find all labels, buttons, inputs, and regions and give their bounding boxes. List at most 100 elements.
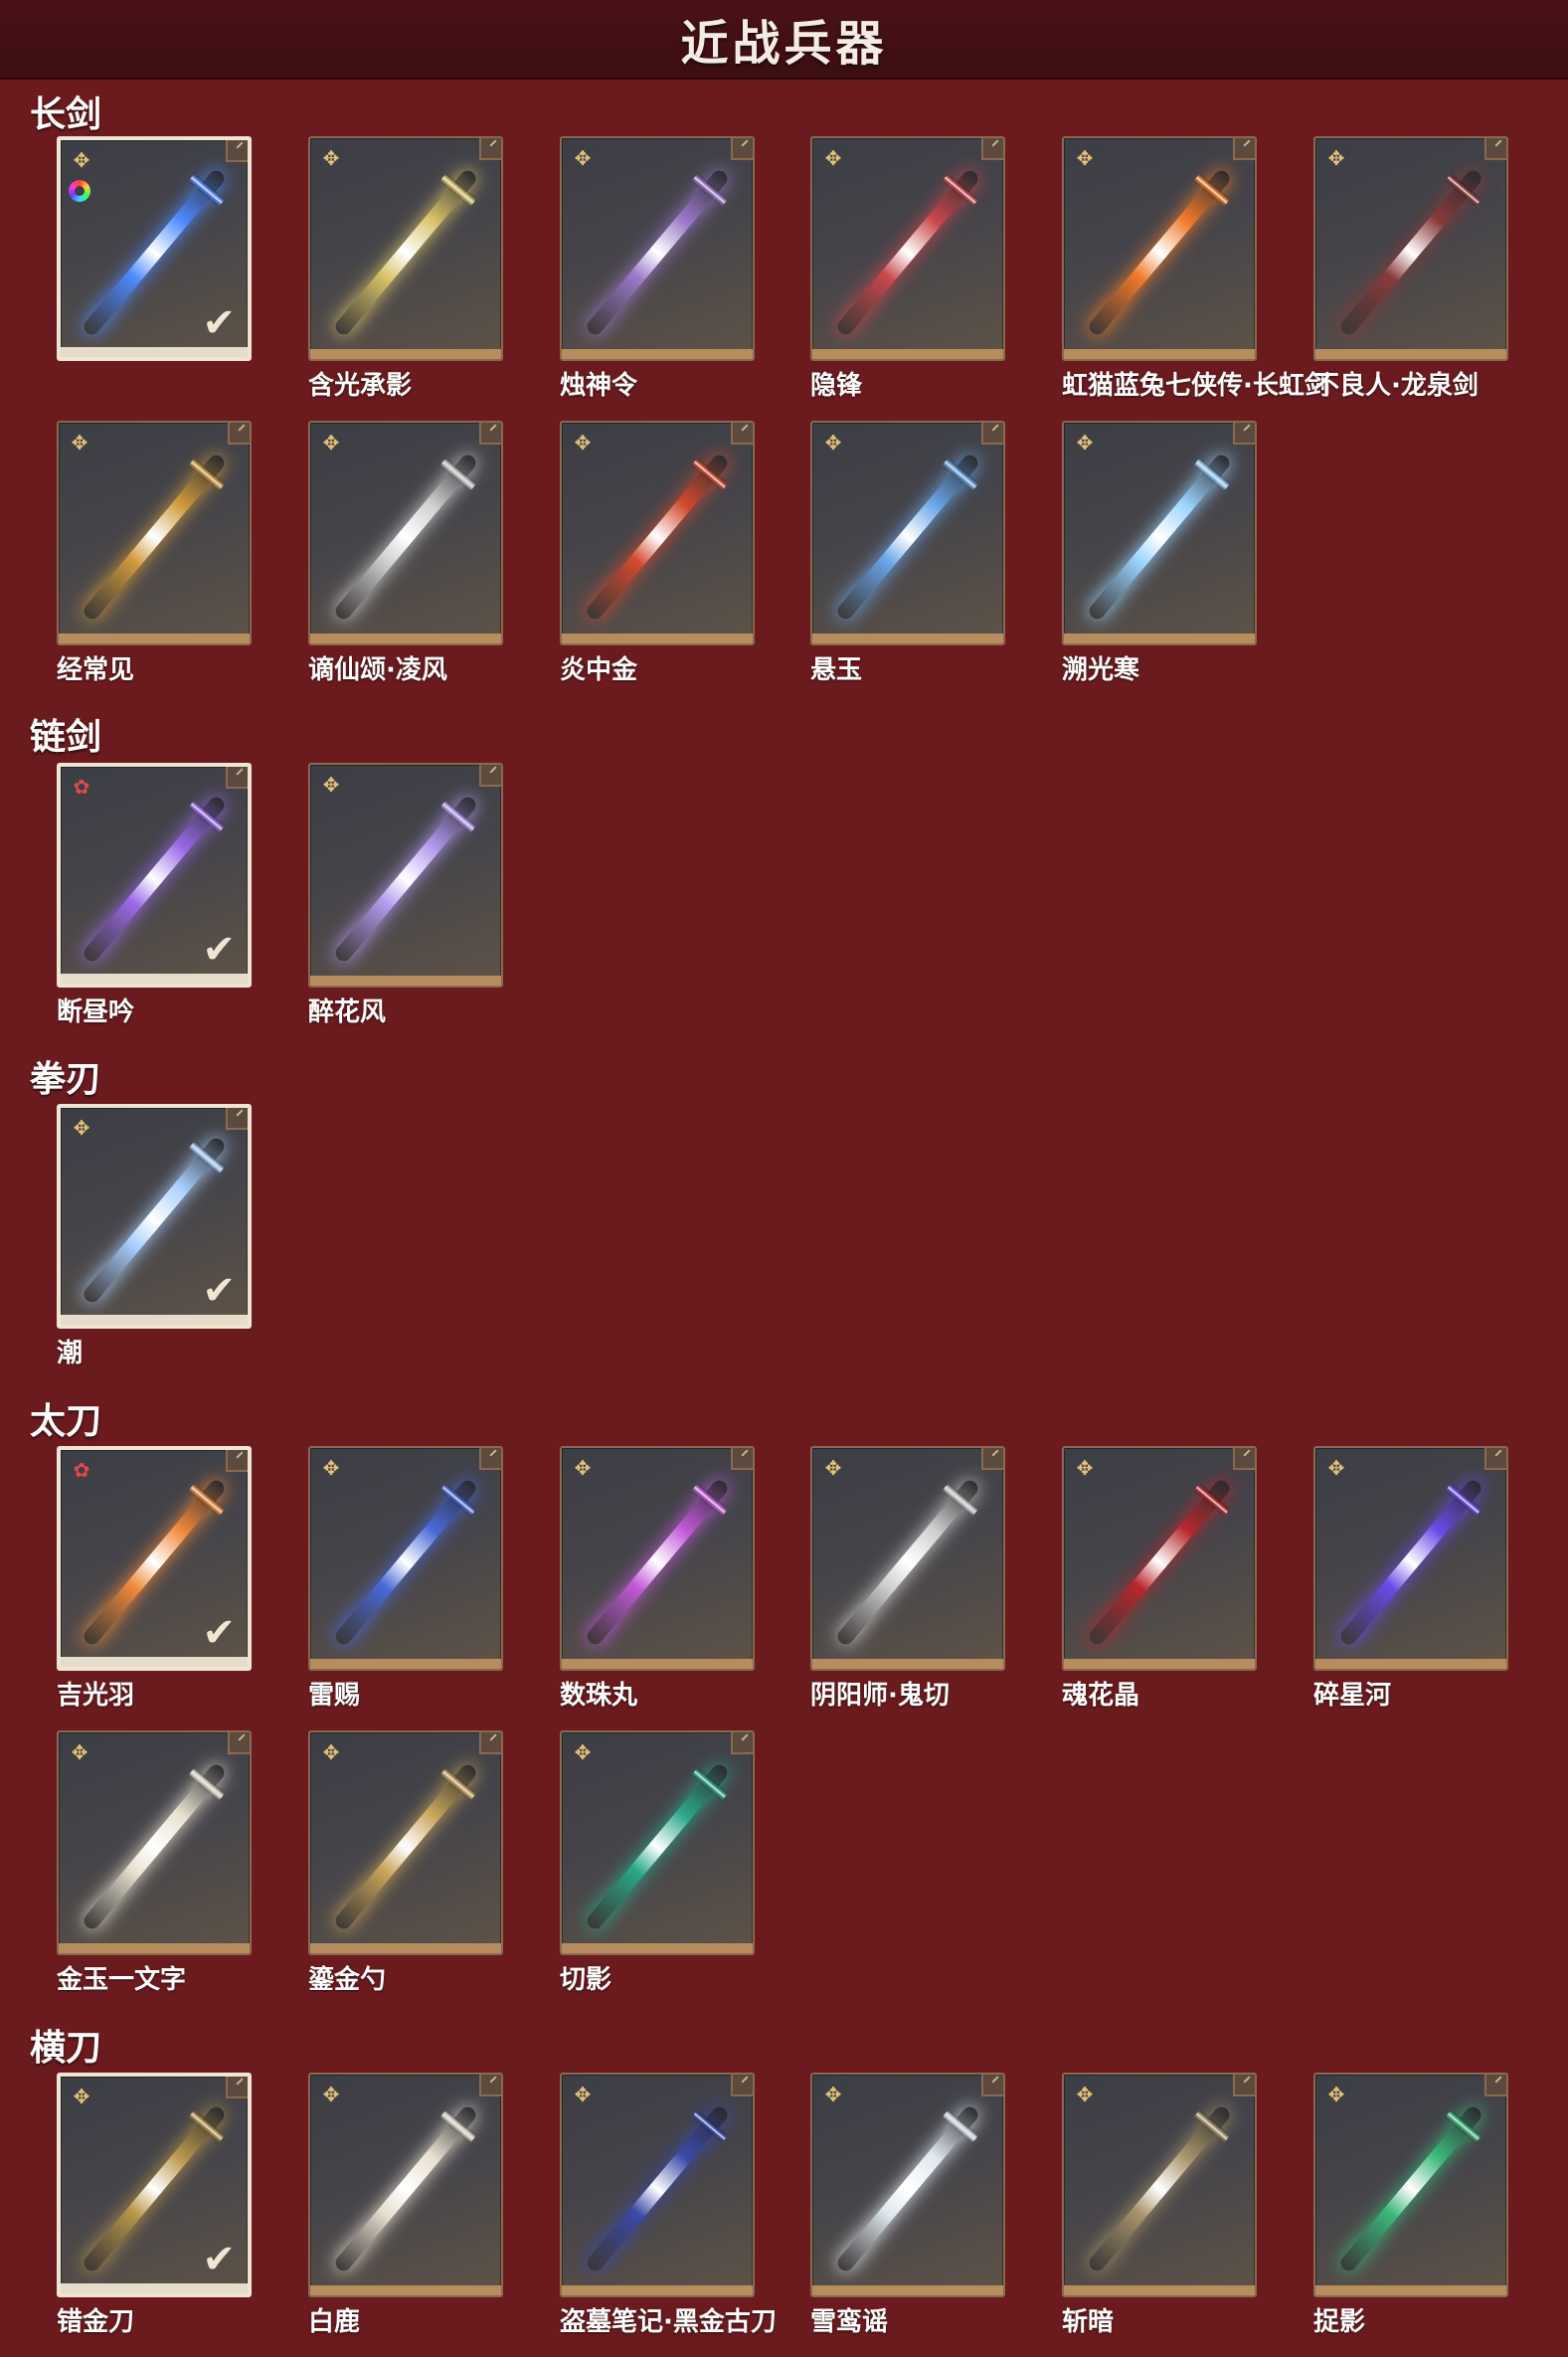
weapon-skin-name: 谪仙颂·凌风 — [308, 655, 447, 685]
weapon-skin-card[interactable]: ✥ — [1313, 1446, 1508, 1671]
rarity-gold-icon: ✥ — [322, 773, 340, 797]
weapon-skin-card[interactable]: ✥ — [57, 1730, 252, 1955]
weapon-skin-card[interactable]: ✥ — [560, 1446, 755, 1671]
weapon-skin-item[interactable]: ✥ 溯光寒 — [1062, 421, 1257, 686]
weapon-skin-card[interactable]: ✥ — [810, 1446, 1005, 1671]
corner-tag-icon — [1233, 2075, 1255, 2096]
weapon-skin-card[interactable]: ✥ — [1313, 136, 1508, 361]
rarity-gold-icon: ✥ — [574, 2083, 592, 2106]
rarity-gold-icon: ✥ — [1076, 2083, 1094, 2106]
weapon-skin-item[interactable]: ✥ 魂花晶 — [1062, 1446, 1257, 1712]
weapon-skin-card[interactable]: ✥ ✔ — [57, 136, 252, 361]
weapon-skin-item[interactable]: ✥ 阴阳师·鬼切 — [810, 1446, 1005, 1712]
weapon-skin-card[interactable]: ✿ ✔ — [57, 1446, 252, 1671]
weapon-skin-card[interactable]: ✥ — [1062, 136, 1257, 361]
weapon-skin-card[interactable]: ✥ — [1062, 1446, 1257, 1671]
weapon-skin-item[interactable]: ✥ 切影 — [560, 1730, 755, 1996]
weapon-skin-name: 不良人·龙泉剑 — [1313, 371, 1479, 401]
corner-tag-icon — [479, 1732, 501, 1754]
rarity-red-icon: ✿ — [73, 775, 90, 799]
weapon-skin-item[interactable]: ✥ 数珠丸 — [560, 1446, 755, 1712]
equipped-check-icon: ✔ — [202, 1268, 236, 1314]
weapon-skin-card[interactable]: ✥ — [308, 763, 503, 988]
rarity-gold-icon: ✥ — [824, 1456, 842, 1480]
corner-tag-icon — [1484, 138, 1506, 160]
weapon-skin-item[interactable]: ✥ 鎏金勺 — [308, 1730, 503, 1996]
weapon-skin-card[interactable]: ✥ ✔ — [57, 2073, 252, 2297]
rarity-gold-icon: ✥ — [71, 1740, 88, 1764]
weapon-skin-item[interactable]: ✥ ✔ 潮 — [57, 1104, 252, 1369]
weapon-image — [584, 452, 731, 624]
weapon-skin-card[interactable]: ✥ ✔ — [57, 1104, 252, 1329]
weapon-skin-item[interactable]: ✥ ✔ 错金刀 — [57, 2073, 252, 2338]
weapon-skin-card[interactable]: ✿ ✔ — [57, 763, 252, 988]
weapon-skin-item[interactable]: ✥ 谪仙颂·凌风 — [308, 421, 503, 686]
weapon-skin-card[interactable]: ✥ — [810, 421, 1005, 645]
weapon-skin-name: 阴阳师·鬼切 — [810, 1681, 950, 1711]
weapon-skin-item[interactable]: ✥ 含光承影 — [308, 136, 503, 402]
weapon-skin-name: 醉花风 — [308, 997, 387, 1027]
weapon-skin-card[interactable]: ✥ — [560, 2073, 755, 2297]
weapon-skin-item[interactable]: ✥ 捉影 — [1313, 2073, 1508, 2338]
weapon-skin-card[interactable]: ✥ — [810, 136, 1005, 361]
weapon-skin-item[interactable]: ✥ 虹猫蓝兔七侠传·长虹剑 — [1062, 136, 1330, 402]
weapon-skin-card[interactable]: ✥ — [1062, 421, 1257, 645]
weapon-skin-name: 烛神令 — [560, 371, 638, 401]
weapon-skin-card[interactable]: ✥ — [308, 1730, 503, 1955]
weapon-skin-item[interactable]: ✥ 碎星河 — [1313, 1446, 1508, 1712]
corner-tag-icon — [731, 138, 753, 160]
weapon-skin-item[interactable]: ✥ 醉花风 — [308, 763, 503, 1028]
corner-tag-icon — [228, 1732, 250, 1754]
corner-tag-icon — [1484, 2075, 1506, 2096]
rarity-gold-icon: ✥ — [574, 146, 592, 170]
weapon-skin-item[interactable]: ✥ 烛神令 — [560, 136, 755, 402]
corner-tag-icon — [731, 423, 753, 445]
rarity-gold-icon: ✥ — [824, 2083, 842, 2106]
rarity-gold-icon: ✥ — [1076, 431, 1094, 454]
weapon-image — [332, 452, 479, 624]
weapon-skin-name: 含光承影 — [308, 371, 413, 401]
rarity-gold-icon: ✥ — [322, 2083, 340, 2106]
equipped-check-icon: ✔ — [202, 2237, 236, 2282]
weapon-skin-card[interactable]: ✥ — [560, 136, 755, 361]
weapon-skin-item[interactable]: ✿ ✔ 吉光羽 — [57, 1446, 252, 1712]
weapon-skin-card[interactable]: ✥ — [308, 1446, 503, 1671]
weapon-skin-item[interactable]: ✥ 炎中金 — [560, 421, 755, 686]
weapon-skin-item[interactable]: ✥ 白鹿 — [308, 2073, 503, 2338]
weapon-skin-item[interactable]: ✥ 雷赐 — [308, 1446, 503, 1712]
weapon-skin-card[interactable]: ✥ — [560, 421, 755, 645]
weapon-skin-card[interactable]: ✥ — [810, 2073, 1005, 2297]
weapon-skin-item[interactable]: ✿ ✔ 断昼吟 — [57, 763, 252, 1028]
weapon-skin-item[interactable]: ✥ 盗墓笔记·黑金古刀 — [560, 2073, 777, 2338]
weapon-skin-name: 虹猫蓝兔七侠传·长虹剑 — [1062, 371, 1330, 401]
weapon-image — [1086, 167, 1233, 339]
weapon-skin-card[interactable]: ✥ — [308, 136, 503, 361]
weapon-image — [1086, 2103, 1233, 2275]
weapon-skin-name: 盗墓笔记·黑金古刀 — [560, 2307, 777, 2337]
rarity-gold-icon: ✥ — [574, 1456, 592, 1480]
weapon-skin-item[interactable]: ✥ 雪鸾谣 — [810, 2073, 1005, 2338]
weapon-skin-name: 鎏金勺 — [308, 1965, 387, 1995]
weapon-skin-card[interactable]: ✥ — [1313, 2073, 1508, 2297]
corner-tag-icon — [981, 2075, 1003, 2096]
weapon-skin-item[interactable]: ✥ ✔ — [57, 136, 252, 365]
weapon-skin-item[interactable]: ✥ 经常见 — [57, 421, 252, 686]
weapon-skin-item[interactable]: ✥ 不良人·龙泉剑 — [1313, 136, 1508, 402]
corner-tag-icon — [1233, 138, 1255, 160]
corner-tag-icon — [226, 2077, 248, 2098]
weapon-skin-card[interactable]: ✥ — [560, 1730, 755, 1955]
weapon-skin-item[interactable]: ✥ 金玉一文字 — [57, 1730, 252, 1996]
weapon-skin-item[interactable]: ✥ 隐锋 — [810, 136, 1005, 402]
weapon-image — [584, 2103, 731, 2275]
weapon-skin-card[interactable]: ✥ — [308, 2073, 503, 2297]
weapon-skin-card[interactable]: ✥ — [1062, 2073, 1257, 2297]
corner-tag-icon — [981, 1448, 1003, 1470]
weapon-skin-card[interactable]: ✥ — [57, 421, 252, 645]
weapon-image — [1337, 167, 1484, 339]
rarity-red-icon: ✿ — [73, 1458, 90, 1482]
corner-tag-icon — [731, 2075, 753, 2096]
weapon-skin-item[interactable]: ✥ 斩暗 — [1062, 2073, 1257, 2338]
weapon-skin-card[interactable]: ✥ — [308, 421, 503, 645]
weapon-skin-item[interactable]: ✥ 悬玉 — [810, 421, 1005, 686]
rarity-gold-icon: ✥ — [322, 146, 340, 170]
